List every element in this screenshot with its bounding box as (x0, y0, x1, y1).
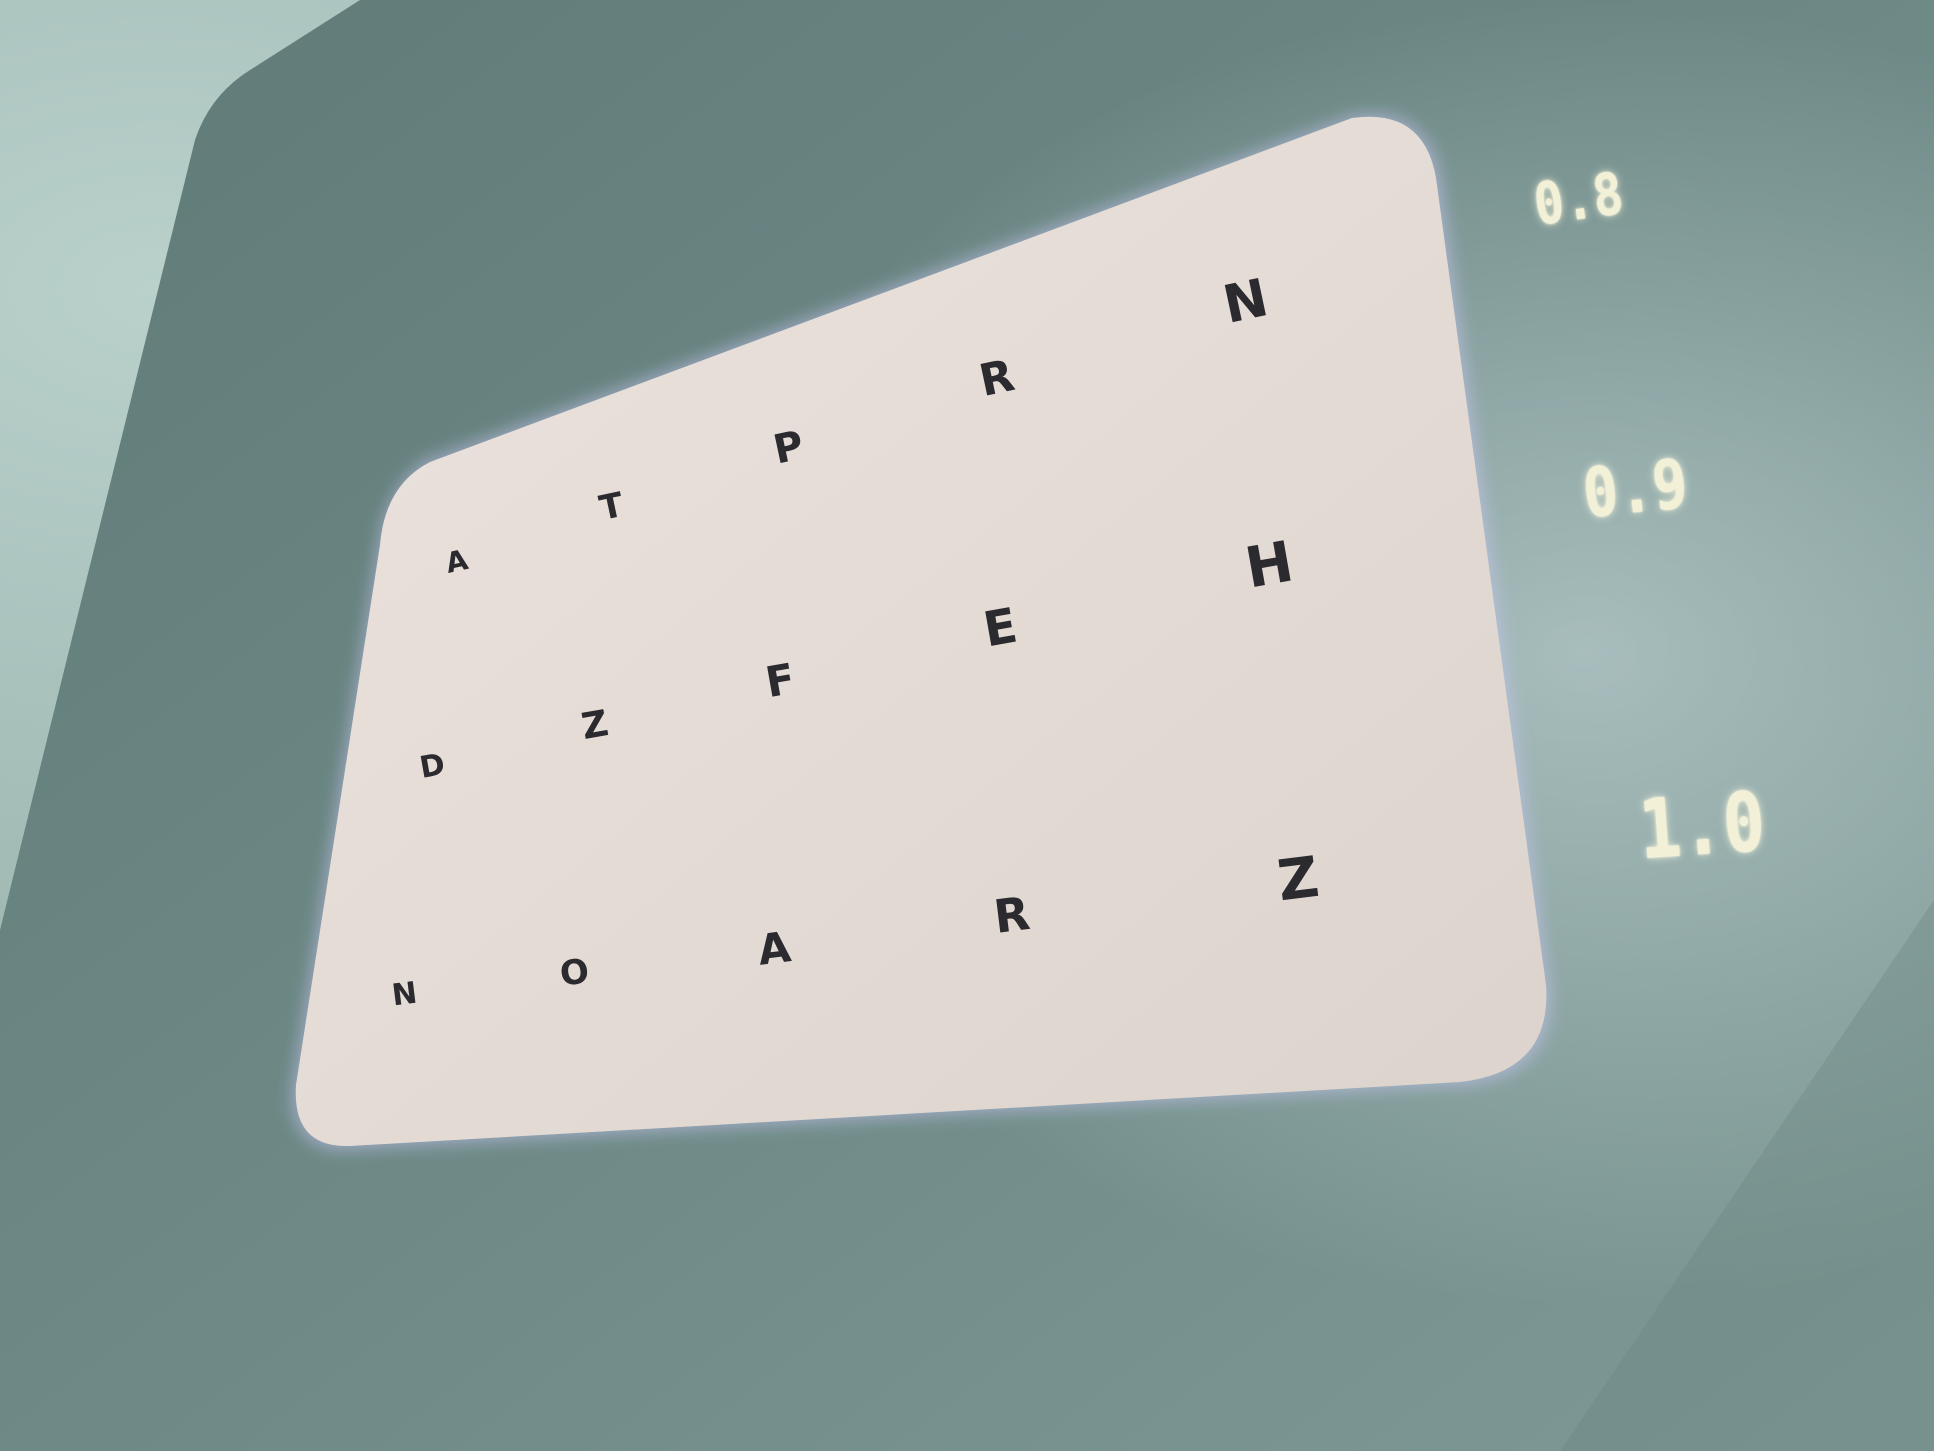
acuity-label-row-1: 0.8 (1529, 159, 1628, 239)
chart-letter: D (417, 747, 448, 786)
photo-scene: A T P R N D Z F E H N O A R Z 0.8 0.9 1.… (0, 0, 1934, 1451)
chart-letter: H (1240, 529, 1299, 602)
chart-letter: N (389, 975, 420, 1014)
chart-letter: Z (1274, 844, 1323, 915)
wall-and-chart-background (0, 0, 1934, 1451)
chart-letter: O (557, 951, 592, 995)
chart-letter: A (755, 922, 794, 975)
acuity-label-row-3: 1.0 (1635, 774, 1769, 879)
chart-letter: R (990, 886, 1033, 944)
acuity-label-row-2: 0.9 (1579, 444, 1692, 535)
